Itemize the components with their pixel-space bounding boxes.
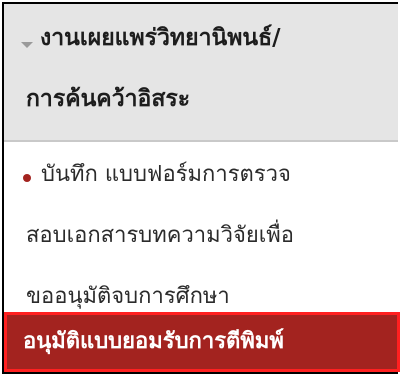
active-menu-item-label: อนุมัติแบบยอมรับการตีพิมพ์: [23, 329, 284, 354]
menu-section-thesis-publication[interactable]: งานเผยแพร่วิทยานิพนธ์/ การค้นคว้าอิสระ: [4, 4, 398, 140]
bullet-icon: [23, 174, 31, 182]
menu-item-label-line-3: ขออนุมัติจบการศึกษา: [26, 284, 230, 309]
section-title-line-2: การค้นคว้าอิสระ: [26, 86, 191, 112]
menu-item-approve-publication-form[interactable]: อนุมัติแบบยอมรับการตีพิมพ์: [4, 312, 400, 372]
menu-item-label-line-2: สอบเอกสารบทความวิจัยเพื่อ: [26, 223, 295, 248]
menu-item-record-review-form[interactable]: บันทึก แบบฟอร์มการตรวจ สอบเอกสารบทความวิ…: [4, 142, 398, 314]
section-title-line-1: งานเผยแพร่วิทยานิพนธ์/: [40, 25, 281, 51]
menu-item-label-line-1: บันทึก แบบฟอร์มการตรวจ: [41, 162, 291, 187]
caret-down-icon[interactable]: [21, 42, 33, 48]
